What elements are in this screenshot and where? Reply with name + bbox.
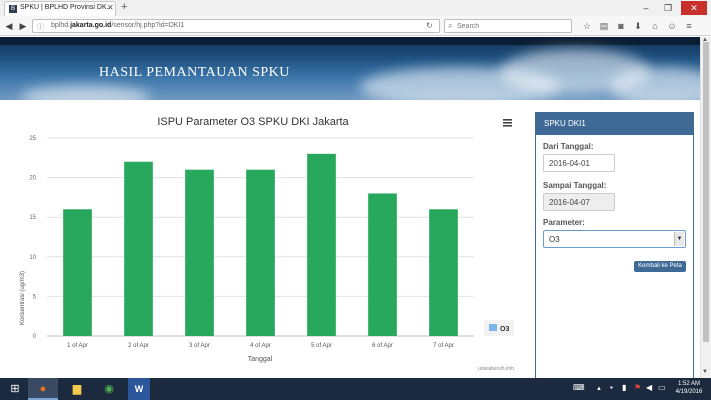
clock-time: 1:52 AM <box>677 381 700 387</box>
legend-label: O3 <box>500 326 509 333</box>
bar[interactable] <box>307 153 336 336</box>
signal-icon[interactable]: ▮ <box>622 383 626 392</box>
bookmark-star-icon[interactable]: ☆ <box>580 19 594 33</box>
volume-icon[interactable]: ◀ <box>646 383 652 392</box>
home-icon[interactable]: ⌂ <box>648 19 662 33</box>
chart-title: ISPU Parameter O3 SPKU DKI Jakarta <box>157 116 349 128</box>
search-input[interactable] <box>457 21 569 32</box>
y-axis-label: Konsentrasi (ug/m3) <box>20 271 26 325</box>
sampai-tanggal-label: Sampai Tanggal: <box>543 181 607 190</box>
taskbar-clock[interactable]: 1:52 AM 4/19/2016 <box>669 380 709 396</box>
download-icon[interactable]: ⬇ <box>631 19 645 33</box>
scroll-down-icon[interactable]: ▼ <box>702 369 708 375</box>
scrollbar-thumb[interactable] <box>703 42 709 342</box>
tab-close-icon[interactable]: ✕ <box>107 3 114 12</box>
spku-filter-panel: SPKU DKI1 Dari Tanggal: 2016-04-01 Sampa… <box>535 112 694 378</box>
bar[interactable] <box>429 209 458 336</box>
bar[interactable] <box>368 193 397 336</box>
search-box[interactable]: ⌕ <box>444 19 572 33</box>
url-bar[interactable]: ⓘ bplhd.jakarta.go.id/sensor/hj.php?id=D… <box>32 19 440 33</box>
keyboard-icon[interactable]: ⌨ <box>573 383 585 392</box>
window-close-icon[interactable]: ✕ <box>681 1 707 15</box>
browser-tab-bar: B SPKU | BPLHD Provinsi DK... ✕ + – ❐ ✕ <box>0 0 711 16</box>
x-tick-label: 7 of Apr <box>433 343 454 349</box>
y-tick-label: 5 <box>33 294 37 300</box>
info-icon[interactable]: ⓘ <box>37 22 44 32</box>
page-title: HASIL PEMANTAUAN SPKU <box>99 65 290 80</box>
chrome-taskbar-icon[interactable]: ◉ <box>94 378 124 400</box>
clock-date: 4/19/2016 <box>675 389 703 395</box>
chart-panel: ISPU Parameter O3 SPKU DKI Jakarta Konse… <box>0 100 525 378</box>
windows-taskbar: ⊞ ● ▆ ◉ W ⌨ ▲ ▪ ▮ ⚑ ◀ ▭ 1:52 AM 4/19/201… <box>0 378 711 400</box>
banner-top-band <box>0 37 700 45</box>
kembali-ke-peta-button[interactable]: Kembali ke Peta <box>634 261 686 272</box>
browser-menu-icon[interactable]: ≡ <box>682 19 696 33</box>
search-icon: ⌕ <box>448 21 453 30</box>
chart-menu-icon[interactable] <box>503 119 512 127</box>
page-banner: HASIL PEMANTAUAN SPKU <box>0 37 700 100</box>
y-tick-label: 15 <box>29 215 36 221</box>
bar-chart: ISPU Parameter O3 SPKU DKI Jakarta Konse… <box>20 116 514 372</box>
x-tick-label: 6 of Apr <box>372 343 393 349</box>
tab-title: SPKU | BPLHD Provinsi DK... <box>20 4 113 11</box>
url-text: bplhd.jakarta.go.id/sensor/hj.php?id=DKI… <box>51 22 185 29</box>
firefox-taskbar-icon[interactable]: ● <box>28 378 58 400</box>
network-icon[interactable]: ▪ <box>610 383 613 392</box>
chart-credit[interactable]: udarabersih.info <box>478 366 514 372</box>
extension-icon[interactable]: ☺ <box>665 19 679 33</box>
forward-icon[interactable]: ▶ <box>16 19 30 33</box>
bar[interactable] <box>185 169 214 336</box>
dari-tanggal-input[interactable]: 2016-04-01 <box>543 154 615 172</box>
x-tick-label: 4 of Apr <box>250 343 271 349</box>
parameter-value: O3 <box>549 235 560 244</box>
action-center-icon[interactable]: ⚑ <box>634 383 641 392</box>
browser-nav-bar: ◀ ▶ ⓘ bplhd.jakarta.go.id/sensor/hj.php?… <box>0 16 711 36</box>
maximize-icon[interactable]: ❐ <box>658 1 678 15</box>
minimize-icon[interactable]: – <box>636 1 656 15</box>
parameter-select[interactable]: O3 ▼ <box>543 230 686 248</box>
windows-start-icon[interactable]: ⊞ <box>0 378 30 400</box>
chart-legend[interactable]: O3 <box>484 320 514 336</box>
file-explorer-taskbar-icon[interactable]: ▆ <box>62 378 92 400</box>
back-icon[interactable]: ◀ <box>2 19 16 33</box>
y-tick-label: 0 <box>33 334 37 340</box>
bar[interactable] <box>246 169 275 336</box>
parameter-label: Parameter: <box>543 218 585 227</box>
page-scrollbar[interactable]: ▲ ▼ <box>700 37 711 378</box>
y-tick-label: 10 <box>29 255 36 261</box>
bar[interactable] <box>124 161 153 336</box>
x-axis-label: Tanggal <box>248 356 273 363</box>
dari-tanggal-label: Dari Tanggal: <box>543 142 594 151</box>
chevron-down-icon[interactable]: ▼ <box>674 232 684 246</box>
sampai-tanggal-input[interactable]: 2016-04-07 <box>543 193 615 211</box>
x-tick-label: 3 of Apr <box>189 343 210 349</box>
reload-icon[interactable]: ↻ <box>426 21 433 30</box>
y-tick-label: 25 <box>29 136 36 142</box>
panel-header: SPKU DKI1 <box>536 113 693 135</box>
word-taskbar-icon[interactable]: W <box>128 378 150 400</box>
x-tick-label: 5 of Apr <box>311 343 332 349</box>
x-tick-label: 1 of Apr <box>67 343 88 349</box>
new-tab-icon[interactable]: + <box>121 1 127 13</box>
x-tick-label: 2 of Apr <box>128 343 149 349</box>
notification-icon[interactable]: ▭ <box>658 383 666 392</box>
legend-swatch <box>489 324 497 331</box>
tray-expand-icon[interactable]: ▲ <box>596 386 602 392</box>
site-favicon-icon: B <box>9 5 17 13</box>
y-tick-label: 20 <box>29 176 36 182</box>
bar[interactable] <box>63 209 92 336</box>
browser-tab[interactable]: B SPKU | BPLHD Provinsi DK... ✕ <box>4 1 116 16</box>
reading-list-icon[interactable]: ▤ <box>597 19 611 33</box>
banner-cloud <box>20 85 150 100</box>
pocket-icon[interactable]: ◙ <box>614 19 628 33</box>
